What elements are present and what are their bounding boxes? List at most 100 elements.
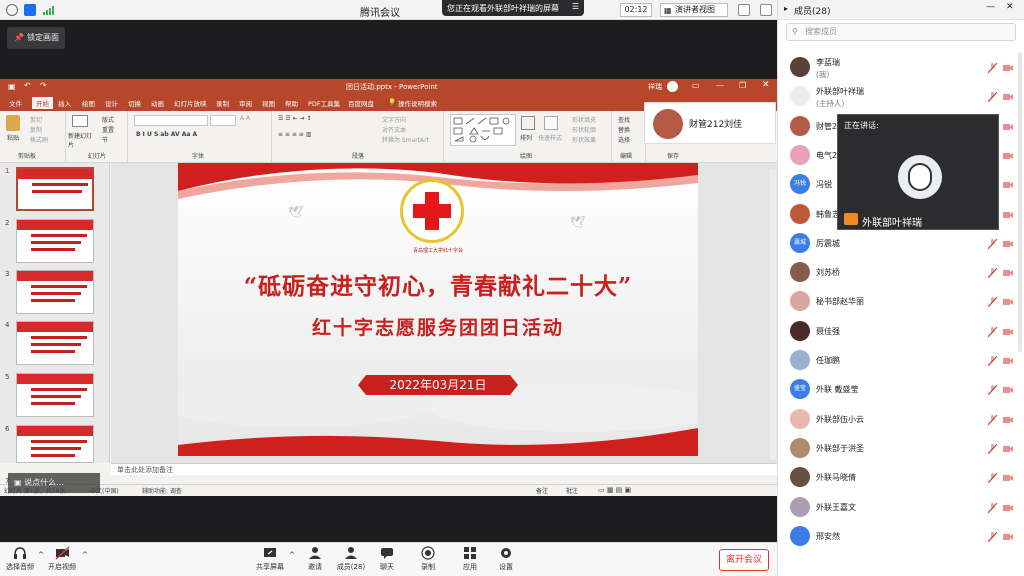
video-off-icon[interactable] — [1003, 93, 1013, 101]
ribbon-display-icon[interactable]: ▭ — [692, 81, 700, 90]
mic-muted-icon[interactable] — [987, 414, 998, 425]
reset-button[interactable]: 重置 — [102, 125, 114, 134]
new-slide-label[interactable]: 新建幻灯片 — [68, 131, 96, 149]
tab-animations[interactable]: 动画 — [151, 98, 164, 108]
find-button[interactable]: 查找 — [618, 115, 630, 124]
sidebar-toggle-icon[interactable] — [760, 4, 772, 16]
collaborator-card[interactable]: 财管212刘佳 — [644, 102, 776, 144]
members-button[interactable]: 成员(28) — [331, 546, 371, 572]
video-off-icon[interactable] — [1003, 445, 1013, 453]
info-icon[interactable] — [6, 4, 18, 16]
tab-home[interactable]: 开始 — [32, 97, 53, 109]
slide-thumbnail[interactable] — [16, 167, 94, 211]
tab-help[interactable]: 帮助 — [285, 98, 298, 108]
video-off-icon[interactable] — [1003, 533, 1013, 541]
video-off-icon[interactable] — [1003, 240, 1013, 248]
comments-button[interactable]: 批注 — [566, 486, 578, 495]
undo-icon[interactable]: ↶ — [24, 81, 31, 90]
chevron-up-icon[interactable]: ^ — [289, 551, 295, 559]
member-row[interactable]: 外联马晓倩 — [778, 464, 1024, 492]
settings-button[interactable]: 设置 — [486, 546, 526, 572]
collapse-icon[interactable]: ▸ — [784, 4, 788, 13]
tell-me-search[interactable]: 操作说明搜索 — [398, 98, 437, 108]
redo-icon[interactable]: ↷ — [40, 81, 47, 90]
view-icons[interactable]: ▭ ▦ ▤ ▣ — [598, 486, 631, 494]
tab-transitions[interactable]: 切换 — [128, 98, 141, 108]
section-button[interactable]: 节 — [102, 135, 108, 144]
video-off-icon[interactable] — [1003, 123, 1013, 131]
arrange-label[interactable]: 排列 — [520, 133, 532, 142]
shape-outline-button[interactable]: 形状轮廓 — [572, 125, 596, 134]
mic-muted-icon[interactable] — [987, 267, 998, 279]
active-speaker-window[interactable]: 正在讲话: 外联部叶祥瑞 — [837, 114, 999, 230]
minimize-icon[interactable]: — — [716, 81, 724, 90]
mic-muted-icon[interactable] — [987, 355, 998, 367]
font-size-select[interactable] — [210, 115, 236, 126]
slide-thumbnail[interactable] — [16, 425, 94, 463]
tab-design[interactable]: 设计 — [105, 98, 118, 108]
share-screen-button[interactable]: 共享屏幕 — [250, 546, 290, 572]
video-off-icon[interactable] — [1003, 386, 1013, 394]
slide-thumbnail[interactable] — [16, 219, 94, 263]
member-row[interactable]: 邢安然 — [778, 523, 1024, 551]
copy-button[interactable]: 复制 — [30, 125, 42, 134]
tab-insert[interactable]: 插入 — [58, 98, 71, 108]
signal-icon[interactable] — [42, 4, 54, 16]
format-painter-button[interactable]: 格式刷 — [30, 135, 48, 144]
font-family-select[interactable] — [134, 115, 208, 126]
quick-styles-label[interactable]: 快速样式 — [538, 133, 562, 142]
font-grow-icon[interactable]: A A — [240, 115, 250, 122]
menu-icon[interactable]: ☰ — [572, 2, 579, 11]
video-off-icon[interactable] — [1003, 504, 1013, 512]
audio-button[interactable]: 选择音频 — [0, 546, 40, 572]
fullscreen-icon[interactable] — [738, 4, 750, 16]
chat-button[interactable]: 聊天 — [367, 546, 407, 572]
video-off-icon[interactable] — [1003, 211, 1013, 219]
close-icon[interactable]: ✕ — [1006, 2, 1014, 12]
shape-fill-button[interactable]: 形状填充 — [572, 115, 596, 124]
align-icons[interactable]: ≡ ≡ ≡ ≡ ▥ — [278, 131, 311, 138]
paste-icon[interactable] — [6, 115, 20, 131]
tab-pdf-tools[interactable]: PDF工具集 — [308, 98, 340, 108]
restore-icon[interactable]: ❐ — [739, 81, 746, 90]
video-off-icon[interactable] — [1003, 64, 1013, 72]
video-off-icon[interactable] — [1003, 298, 1013, 306]
text-direction-button[interactable]: 文字方向 — [382, 115, 406, 124]
video-off-icon[interactable] — [1003, 328, 1013, 336]
tab-file[interactable]: 文件 — [9, 98, 22, 108]
member-row[interactable]: 刘苏桥 — [778, 259, 1024, 287]
video-button[interactable]: 开启视频 — [42, 546, 82, 572]
arrange-icon[interactable] — [521, 116, 535, 130]
slide-canvas[interactable]: 青岛理工大学红十字会 🕊 🕊 “砥砺奋进守初心，青春献礼二十大” 红十字志愿服务… — [178, 163, 698, 456]
accessibility-status[interactable]: 辅助功能: 调查 — [142, 486, 182, 495]
slide-thumbnail[interactable] — [16, 270, 94, 314]
minimize-icon[interactable]: — — [986, 2, 995, 12]
member-row[interactable]: 震城 厉震城 — [778, 230, 1024, 258]
slide-thumbnail[interactable] — [16, 321, 94, 365]
vertical-scrollbar[interactable] — [770, 169, 776, 459]
notes-button[interactable]: 备注 — [536, 486, 548, 495]
video-off-icon[interactable] — [1003, 181, 1013, 189]
mic-muted-icon[interactable] — [987, 531, 998, 543]
mic-muted-icon[interactable] — [987, 91, 998, 103]
tab-slideshow[interactable]: 幻灯片放映 — [174, 98, 207, 108]
notes-pane[interactable]: 单击此处添加备注 — [111, 463, 777, 475]
member-row[interactable]: 外联部于洪圣 — [778, 435, 1024, 463]
slide-thumbnail[interactable] — [16, 373, 94, 417]
tab-draw[interactable]: 绘图 — [82, 98, 95, 108]
video-off-icon[interactable] — [1003, 357, 1013, 365]
apps-button[interactable]: 应用 — [450, 546, 490, 572]
video-off-icon[interactable] — [1003, 152, 1013, 160]
tab-record[interactable]: 录制 — [216, 98, 229, 108]
mic-muted-icon[interactable] — [987, 62, 998, 74]
replace-button[interactable]: 替换 — [618, 125, 630, 134]
lock-view-button[interactable]: 📌 锁定画面 — [7, 27, 65, 49]
cut-button[interactable]: 剪切 — [30, 115, 42, 124]
new-slide-icon[interactable] — [72, 115, 88, 127]
tab-review[interactable]: 审阅 — [239, 98, 252, 108]
invite-button[interactable]: 邀请 — [295, 546, 335, 572]
list-icons[interactable]: ☰ ☰ ⇤ ⇥ ↕ — [278, 115, 311, 122]
view-mode-button[interactable]: ▦ 演讲者视图 — [660, 3, 728, 17]
align-text-button[interactable]: 对齐文本 — [382, 125, 406, 134]
mic-muted-icon[interactable] — [987, 502, 998, 513]
